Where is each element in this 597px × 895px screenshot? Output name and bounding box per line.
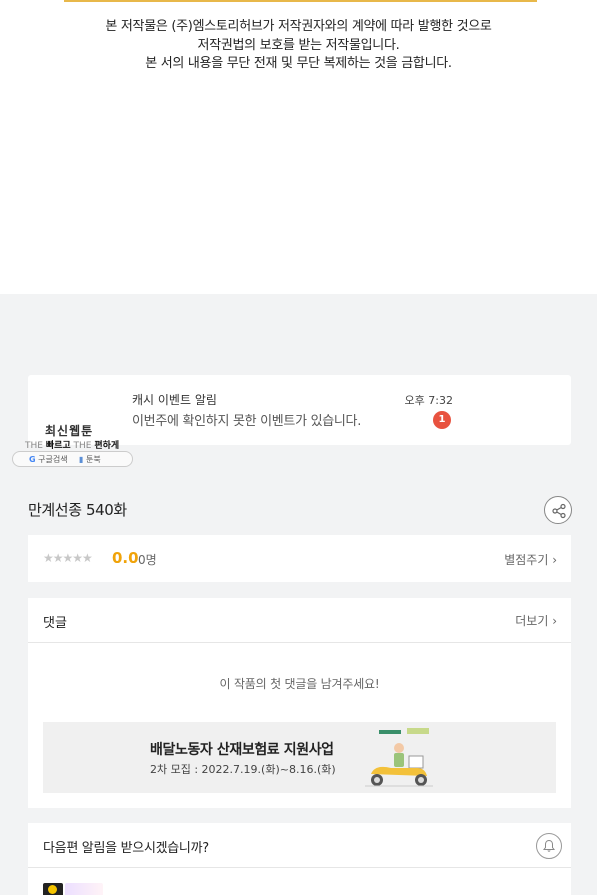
promo-fast: 빠르고	[45, 441, 71, 451]
bell-icon	[543, 839, 555, 852]
app-thumbnail-icon	[43, 883, 63, 895]
notification-badge: 1	[433, 411, 451, 429]
copyright-line-2: 저작권법의 보호를 받는 저작물입니다.	[197, 37, 400, 53]
empty-comments-message: 이 작품의 첫 댓글을 남겨주세요!	[219, 677, 380, 691]
rating-score: 0.0	[112, 549, 139, 567]
promo-title: 최신웹툰	[45, 424, 94, 438]
promo-search-pill[interactable]: G 구글검색 ▮ 툰북	[12, 451, 133, 467]
image-bottom-edge	[64, 0, 537, 2]
promo-easy: 편하게	[94, 441, 120, 451]
copyright-line-1: 본 저작물은 (주)엠스토리허브가 저작권자와의 계약에 따라 발행한 것으로	[105, 19, 492, 34]
comment-title: 댓글	[43, 616, 67, 631]
rate-button[interactable]: 별점주기 ›	[504, 551, 557, 568]
comment-header: 댓글 더보기 ›	[28, 598, 571, 643]
alert-header: 다음편 알림을 받으시겠습니까?	[28, 823, 571, 868]
promo-the-1: THE	[25, 441, 43, 451]
banner-subtitle: 2차 모집 : 2022.7.19.(화)~8.16.(화)	[150, 763, 336, 776]
comment-section: 댓글 더보기 › 이 작품의 첫 댓글을 남겨주세요! 배달노동자 산재보험료 …	[28, 598, 571, 808]
rating-count: 0명	[138, 553, 157, 567]
delivery-scooter-illustration	[365, 728, 433, 787]
next-episode-alert: 다음편 알림을 받으시겠습니까?	[28, 823, 571, 895]
toonbook-label: ▮ 툰북	[79, 455, 101, 464]
episode-title: 만계선종 540화	[28, 501, 127, 519]
share-icon	[552, 503, 566, 519]
book-icon: ▮	[79, 455, 84, 464]
webtoon-image-footer: 본 저작물은 (주)엠스토리허브가 저작권자와의 계약에 따라 발행한 것으로 …	[0, 0, 597, 294]
ad-banner[interactable]: 배달노동자 산재보험료 지원사업 2차 모집 : 2022.7.19.(화)~8…	[43, 722, 556, 793]
webtoon-thumbnail	[65, 883, 103, 895]
google-g-icon: G	[29, 455, 36, 464]
notification-time: 오후 7:32	[404, 394, 453, 407]
banner-title: 배달노동자 산재보험료 지원사업	[150, 742, 334, 758]
notification-message: 이번주에 확인하지 못한 이벤트가 있습니다.	[132, 414, 362, 429]
promo-tagline: THE 빠르고 THE 편하게	[25, 438, 119, 451]
promo-badge[interactable]: 최신웹툰 THE 빠르고 THE 편하게 G 구글검색 ▮ 툰북	[12, 420, 134, 468]
alert-title: 다음편 알림을 받으시겠습니까?	[43, 841, 209, 856]
notification-title: 캐시 이벤트 알림	[132, 393, 217, 407]
promo-the-2: THE	[73, 441, 92, 451]
alert-toggle-button[interactable]	[536, 833, 562, 859]
star-rating-icons: ★★★★★	[43, 551, 93, 565]
rating-section: ★★★★★ 0.0 0명 별점주기 ›	[28, 535, 571, 582]
share-button[interactable]	[544, 496, 572, 524]
copyright-notice: 본 저작물은 (주)엠스토리허브가 저작권자와의 계약에 따라 발행한 것으로 …	[0, 18, 597, 74]
comments-more-link[interactable]: 더보기 ›	[515, 612, 557, 629]
google-search-label: G 구글검색	[29, 455, 68, 464]
copyright-line-3: 본 서의 내용을 무단 전재 및 무단 복제하는 것을 금합니다.	[145, 56, 452, 71]
